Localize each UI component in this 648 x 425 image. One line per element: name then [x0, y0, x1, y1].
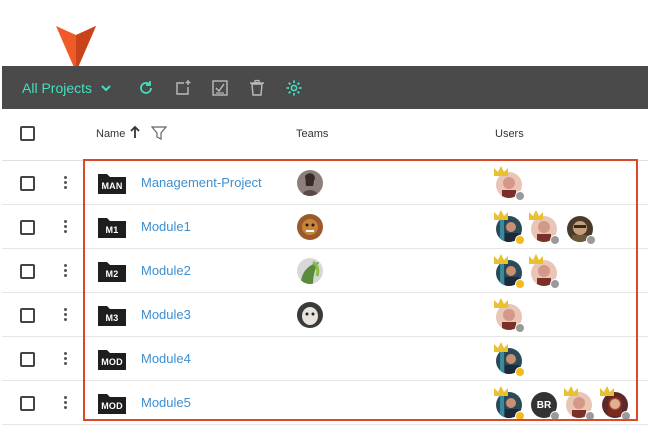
gear-icon[interactable] [285, 79, 303, 97]
user-avatar[interactable] [529, 254, 561, 289]
filter-icon[interactable] [151, 126, 167, 140]
row-checkbox[interactable] [20, 308, 35, 323]
project-name-link[interactable]: Module4 [141, 351, 191, 366]
project-folder-icon: MOD [97, 391, 127, 415]
project-name-link[interactable]: Module3 [141, 307, 191, 322]
status-indicator [586, 235, 596, 245]
status-indicator [515, 367, 525, 377]
team-avatar[interactable] [297, 214, 323, 240]
projects-table: Name Teams Users MAN Management-Project … [2, 109, 648, 425]
status-indicator [515, 411, 525, 421]
status-indicator [621, 411, 631, 421]
project-folder-icon: M2 [97, 259, 127, 283]
user-avatar[interactable] [494, 254, 526, 289]
table-header: Name Teams Users [2, 109, 648, 161]
row-menu-icon[interactable] [64, 352, 68, 366]
user-avatar[interactable] [529, 210, 561, 245]
row-menu-icon[interactable] [64, 176, 68, 190]
status-indicator [515, 191, 525, 201]
project-folder-icon: M1 [97, 215, 127, 239]
crown-icon [494, 166, 508, 176]
crown-icon [529, 210, 543, 220]
crown-icon [494, 254, 508, 264]
crown-icon [494, 342, 508, 352]
project-folder-icon: MOD [97, 347, 127, 371]
project-folder-icon: M3 [97, 303, 127, 327]
row-menu-icon[interactable] [64, 220, 68, 234]
status-indicator [515, 279, 525, 289]
project-name-link[interactable]: Module1 [141, 219, 191, 234]
crown-icon [600, 386, 614, 396]
user-avatar[interactable] [600, 386, 632, 421]
column-header-teams: Teams [296, 128, 329, 140]
row-menu-icon[interactable] [64, 264, 68, 278]
team-avatar[interactable] [297, 258, 323, 284]
chevron-down-icon [101, 84, 111, 91]
table-row[interactable]: MAN Management-Project [2, 161, 648, 205]
project-name-link[interactable]: Management-Project [141, 175, 262, 190]
checklist-icon[interactable] [211, 79, 229, 97]
status-indicator [550, 279, 560, 289]
row-checkbox[interactable] [20, 220, 35, 235]
row-checkbox[interactable] [20, 176, 35, 191]
user-avatar[interactable] [494, 342, 526, 377]
refresh-icon[interactable] [137, 79, 155, 97]
crown-icon [564, 386, 578, 396]
user-avatar[interactable] [494, 166, 526, 201]
user-avatar[interactable] [494, 210, 526, 245]
column-header-users: Users [495, 128, 524, 140]
row-menu-icon[interactable] [64, 308, 68, 322]
table-row[interactable]: M1 Module1 [2, 205, 648, 249]
user-avatar[interactable] [494, 298, 526, 333]
column-header-name[interactable]: Name [96, 128, 125, 140]
status-indicator [515, 235, 525, 245]
table-row[interactable]: MOD Module4 [2, 337, 648, 381]
user-avatar[interactable] [567, 212, 597, 245]
user-avatar[interactable] [494, 386, 526, 421]
table-row[interactable]: M3 Module3 [2, 293, 648, 337]
project-folder-icon: MAN [97, 171, 127, 195]
select-all-checkbox[interactable] [20, 126, 35, 141]
trash-icon[interactable] [248, 79, 266, 97]
sort-ascending-icon[interactable] [130, 125, 140, 139]
row-checkbox[interactable] [20, 264, 35, 279]
project-name-link[interactable]: Module5 [141, 395, 191, 410]
crown-icon [494, 386, 508, 396]
team-avatar[interactable] [297, 170, 323, 196]
project-selector-label: All Projects [22, 79, 93, 96]
toolbar: All Projects [2, 66, 648, 109]
team-avatar[interactable] [297, 302, 323, 328]
crown-icon [494, 210, 508, 220]
add-project-icon[interactable] [174, 79, 192, 97]
row-menu-icon[interactable] [64, 396, 68, 410]
status-indicator [585, 411, 595, 421]
user-avatar[interactable]: BR [531, 388, 561, 421]
status-indicator [550, 235, 560, 245]
status-indicator [515, 323, 525, 333]
crown-icon [494, 298, 508, 308]
table-row[interactable]: M2 Module2 [2, 249, 648, 293]
row-checkbox[interactable] [20, 396, 35, 411]
user-avatar[interactable] [564, 386, 596, 421]
project-selector[interactable]: All Projects [22, 80, 112, 96]
row-checkbox[interactable] [20, 352, 35, 367]
status-indicator [550, 411, 560, 421]
table-row[interactable]: MOD Module5 BR [2, 381, 648, 425]
project-name-link[interactable]: Module2 [141, 263, 191, 278]
crown-icon [529, 254, 543, 264]
